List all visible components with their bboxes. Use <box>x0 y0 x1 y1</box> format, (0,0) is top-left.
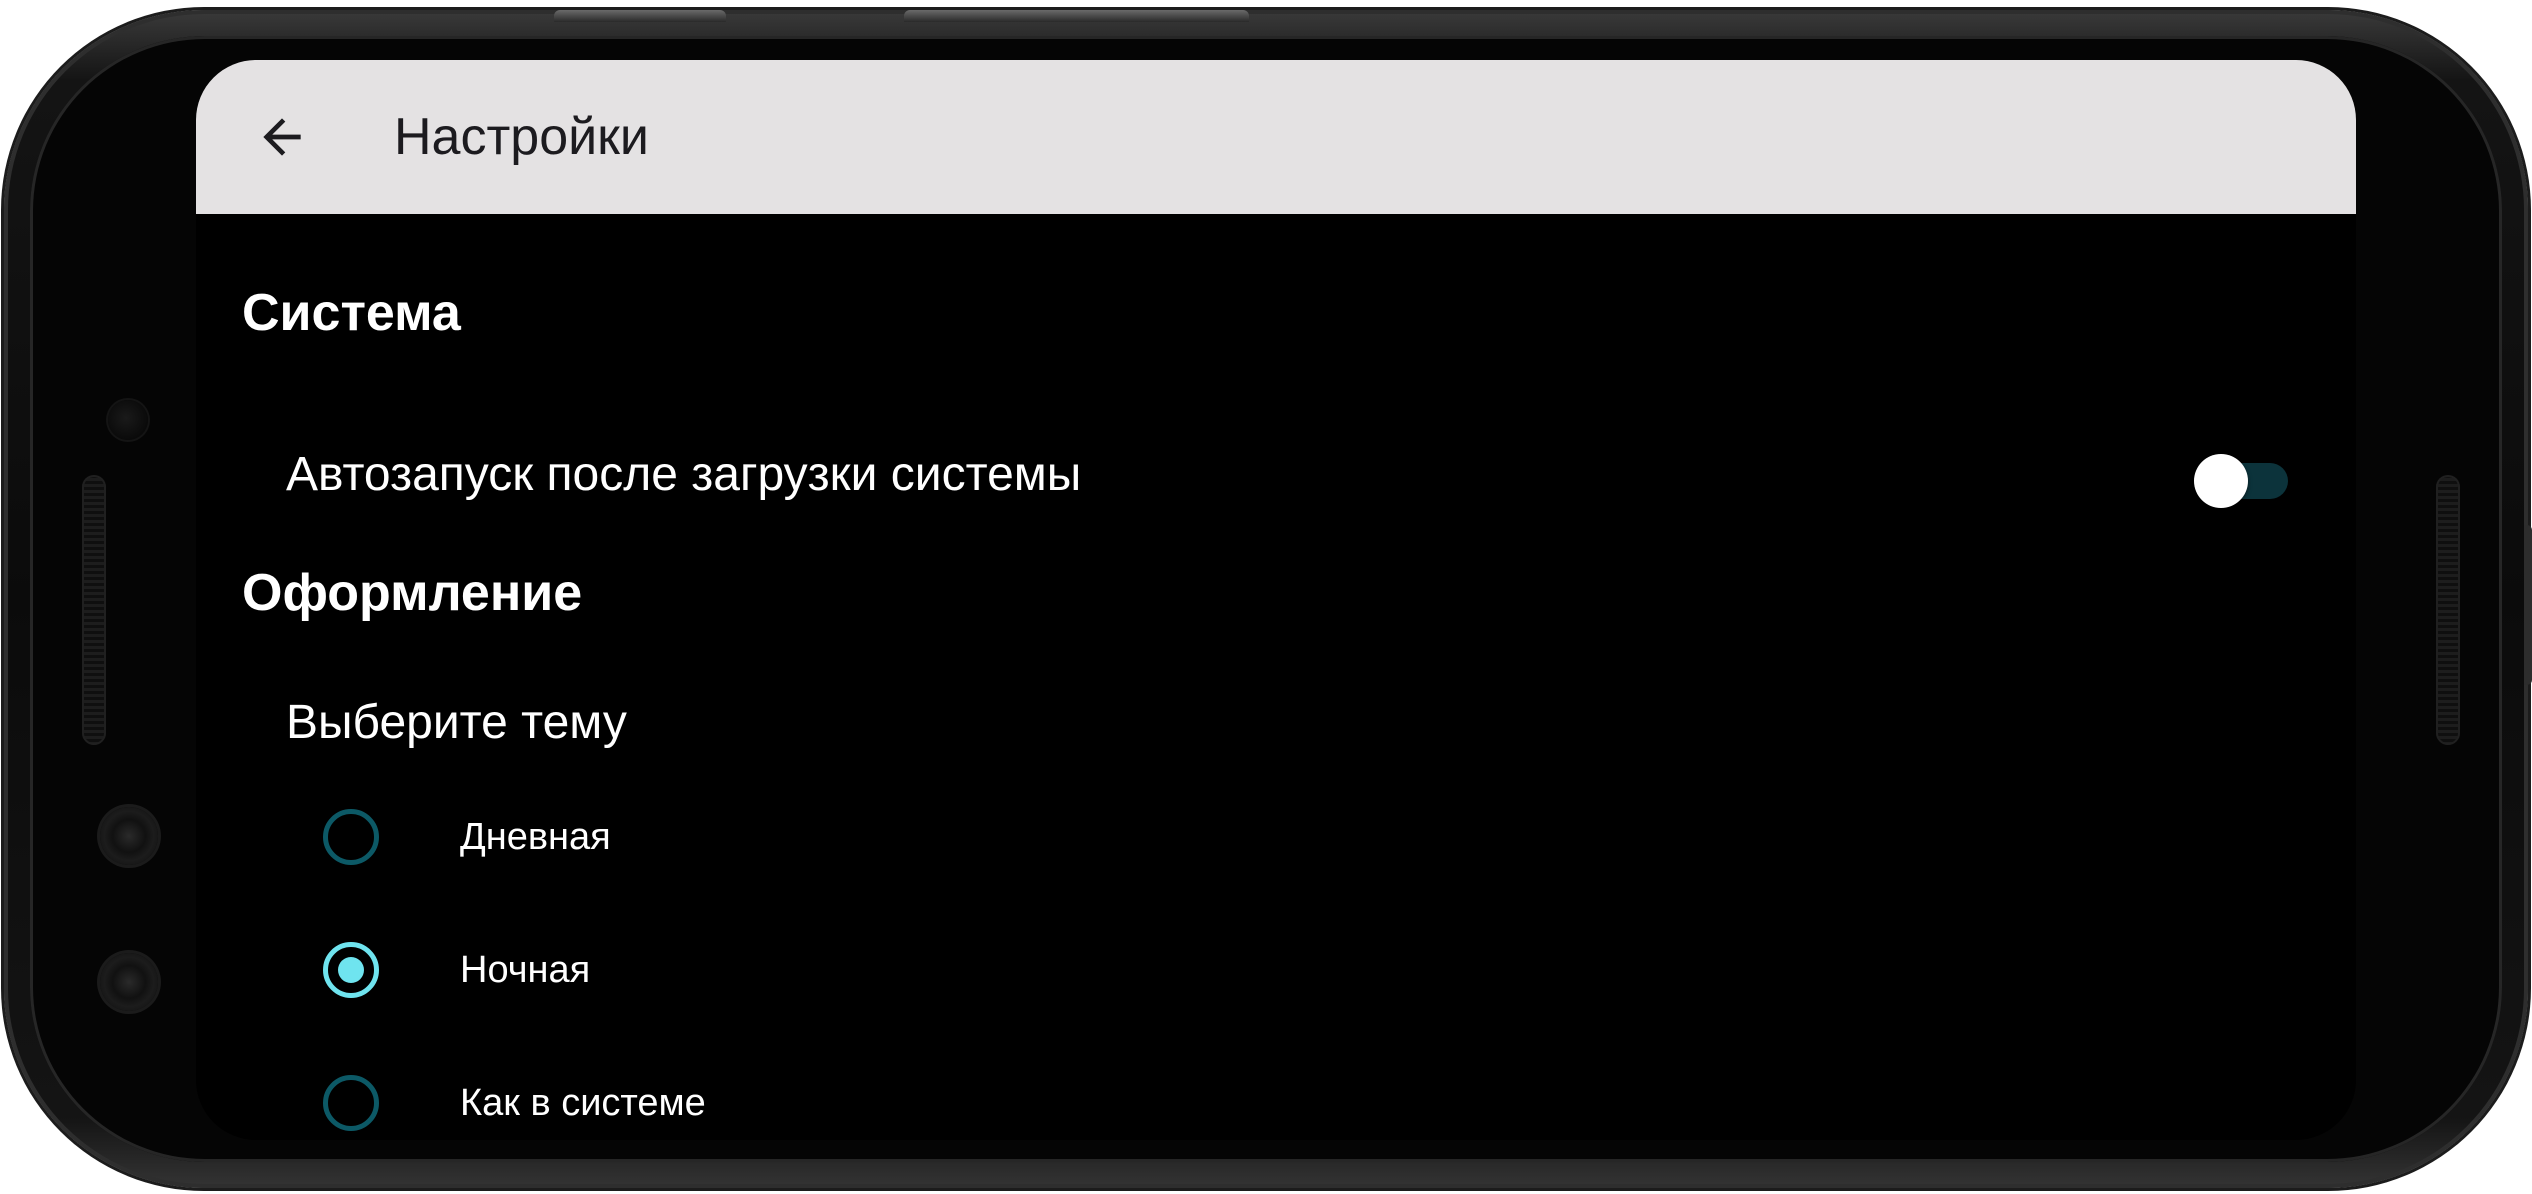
theme-option-system[interactable]: Как в системе <box>196 1040 2356 1140</box>
camera-lens-secondary <box>100 953 158 1011</box>
autostart-setting[interactable]: Автозапуск после загрузки системы <box>196 414 2356 544</box>
arrow-back-icon <box>263 118 301 156</box>
camera-lens-primary <box>100 807 158 865</box>
front-camera <box>108 400 148 440</box>
app-screen: Настройки Система Автозапуск после загру… <box>196 60 2356 1140</box>
autostart-label: Автозапуск после загрузки системы <box>286 448 1082 501</box>
theme-option-label: Как в системе <box>460 1082 706 1124</box>
radio-button-system[interactable] <box>323 1075 379 1131</box>
radio-button-day[interactable] <box>323 809 379 865</box>
radio-selected-dot <box>338 957 364 983</box>
power-button <box>904 10 1249 22</box>
theme-option-label: Дневная <box>460 816 611 858</box>
back-button[interactable] <box>238 93 326 181</box>
section-title-appearance: Оформление <box>242 564 583 622</box>
side-button <box>2524 525 2532 685</box>
radio-button-night[interactable] <box>323 942 379 998</box>
section-title-system: Система <box>242 284 461 342</box>
switch-thumb <box>2194 454 2248 508</box>
theme-prompt: Выберите тему <box>286 696 627 749</box>
theme-option-night[interactable]: Ночная <box>196 907 2356 1033</box>
theme-option-day[interactable]: Дневная <box>196 774 2356 900</box>
theme-option-label: Ночная <box>460 949 591 991</box>
top-app-bar: Настройки <box>196 60 2356 214</box>
autostart-switch[interactable] <box>2194 452 2292 508</box>
volume-button <box>554 10 726 22</box>
speaker-grille-right <box>2436 475 2460 745</box>
speaker-grille-left <box>82 475 106 745</box>
page-title: Настройки <box>394 108 649 166</box>
